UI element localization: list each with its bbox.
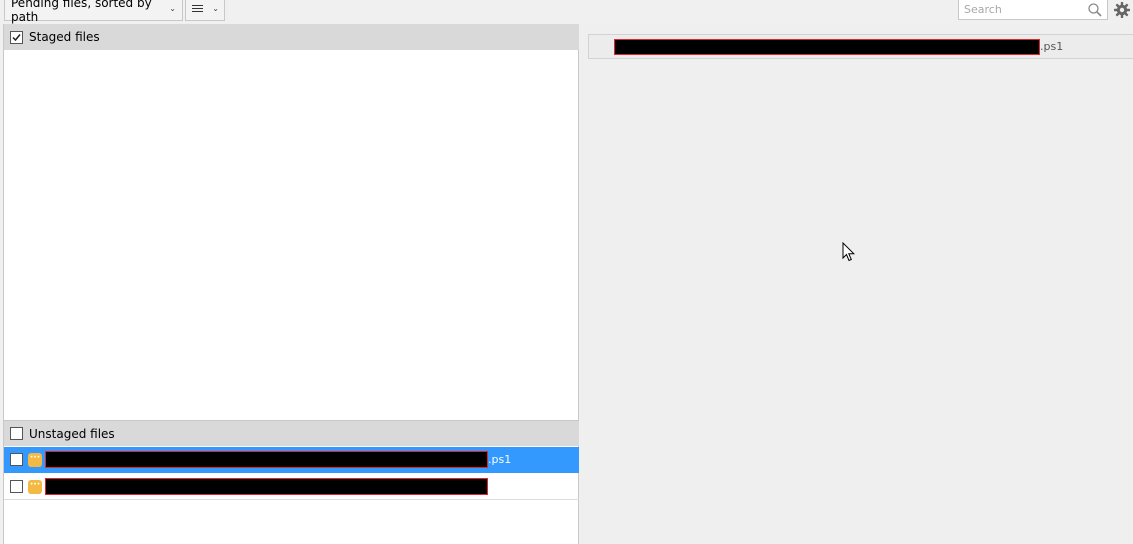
checkmark-icon xyxy=(12,33,21,41)
file-checkbox[interactable] xyxy=(10,480,23,493)
diff-file-header[interactable]: .ps1 xyxy=(588,34,1133,59)
mouse-cursor-icon xyxy=(842,242,856,262)
unstaged-files-checkbox[interactable] xyxy=(10,427,23,440)
list-options-button[interactable]: ⌄ xyxy=(185,0,225,21)
toolbar: Pending files, sorted by path ⌄ ⌄ xyxy=(0,0,1133,24)
view-mode-label: Pending files, sorted by path xyxy=(11,0,152,24)
redacted-filename xyxy=(614,38,1040,55)
staged-files-header[interactable]: Staged files xyxy=(4,24,579,50)
staged-files-label: Staged files xyxy=(29,30,100,44)
file-extension: .ps1 xyxy=(488,453,512,466)
redacted-filename xyxy=(45,451,488,468)
search-icon[interactable] xyxy=(1087,2,1103,18)
pending-files-panel: Staged files Unstaged files ··· .ps1 ··· xyxy=(3,24,579,544)
unstaged-files-header[interactable]: Unstaged files xyxy=(4,420,579,446)
view-mode-dropdown[interactable]: Pending files, sorted by path ⌄ xyxy=(4,0,183,24)
file-checkbox[interactable] xyxy=(10,453,23,466)
unstaged-files-label: Unstaged files xyxy=(29,426,115,441)
staged-files-checkbox[interactable] xyxy=(10,30,23,44)
redacted-filename xyxy=(45,478,488,495)
search-input[interactable] xyxy=(964,2,1084,17)
file-row[interactable]: ··· xyxy=(4,474,579,500)
chevron-down-icon: ⌄ xyxy=(169,4,176,13)
file-extension: .ps1 xyxy=(1040,40,1064,53)
modified-status-icon: ··· xyxy=(28,479,42,494)
gear-icon[interactable] xyxy=(1113,1,1131,19)
modified-status-icon: ··· xyxy=(28,452,42,467)
diff-panel: .ps1 xyxy=(580,24,1133,544)
chevron-down-icon: ⌄ xyxy=(212,4,219,13)
search-box[interactable] xyxy=(958,0,1108,20)
list-icon xyxy=(192,5,203,14)
file-row[interactable]: ··· .ps1 xyxy=(4,447,579,473)
